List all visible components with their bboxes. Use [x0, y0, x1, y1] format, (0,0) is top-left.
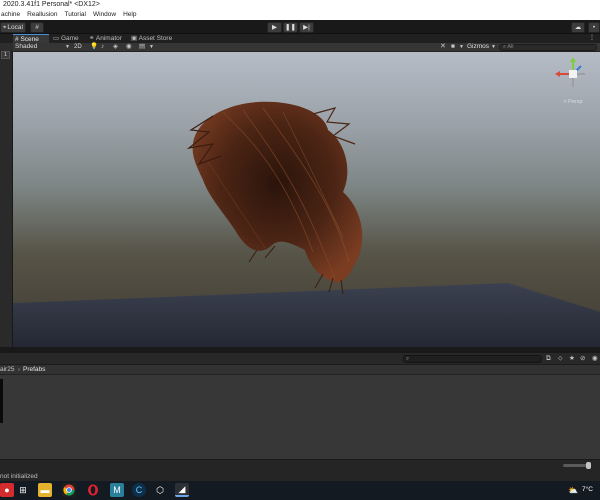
favorite-icon[interactable]: ★ [569, 354, 575, 364]
cloud-icon: ☁ [574, 24, 582, 31]
menu-item-help[interactable]: Help [123, 10, 136, 20]
chevron-down-icon: ▼ [459, 44, 464, 50]
gizmos-dropdown[interactable]: Gizmos [467, 43, 489, 51]
app-icon-m[interactable]: M [110, 483, 124, 497]
app-icon-c[interactable]: C [132, 483, 146, 497]
grid-snap-button[interactable]: # [30, 22, 44, 33]
local-label: Local [7, 23, 23, 31]
tab-options-icon[interactable]: ⋮ [589, 34, 599, 43]
app-icon-red[interactable]: ● [0, 483, 14, 497]
breadcrumb-current[interactable]: Prefabs [23, 365, 45, 375]
step-button[interactable]: ▶| [299, 22, 314, 33]
play-button[interactable]: ▶ [267, 22, 282, 33]
chevron-down-icon: ▼ [491, 44, 496, 50]
play-icon: ▶ [272, 24, 277, 31]
unity-hub-icon[interactable]: ⬡ [153, 483, 167, 497]
scene-search-placeholder: All [507, 44, 514, 50]
scene-render [13, 101, 600, 347]
hidden-objects-icon[interactable]: ◉ [126, 43, 132, 51]
shading-mode-value: Shaded [15, 43, 38, 50]
window-title: 2020.3.41f1 Personal* <DX12> [3, 1, 100, 8]
window-titlebar: 2020.3.41f1 Personal* <DX12> [0, 0, 600, 10]
thumbnail-size-slider[interactable] [563, 462, 591, 469]
animator-tab-icon: ⚭ [89, 35, 95, 42]
status-bar: not initialized [0, 459, 600, 481]
filter-by-label-icon[interactable]: ⬦ [558, 354, 563, 364]
breadcrumb: air25 › Prefabs [0, 365, 600, 375]
menu-item-tutorial[interactable]: Tutorial [65, 10, 86, 20]
chevron-down-icon: ▼ [149, 44, 154, 50]
tab-asset-store-label: Asset Store [138, 35, 173, 42]
menu-item-machine[interactable]: achine [1, 10, 20, 20]
search-icon: ⌕ [406, 356, 410, 362]
chrome-icon[interactable] [62, 483, 76, 497]
menu-item-reallusion[interactable]: Reallusion [27, 10, 57, 20]
os-taskbar: ● ⊞ ▬ M C ⬡ ◢ ⛅ 7°C [0, 481, 600, 500]
breadcrumb-parent[interactable]: air25 [0, 365, 14, 375]
pause-button[interactable]: ❚❚ [283, 22, 298, 33]
pivot-local-toggle[interactable]: ⌖ Local [0, 22, 26, 33]
task-view-icon[interactable]: ⊞ [16, 483, 30, 497]
tab-game-label: Game [60, 35, 79, 42]
tab-animator[interactable]: ⚭ Animator [87, 34, 127, 43]
hair-model [186, 101, 363, 295]
tools-icon[interactable]: ✕ [440, 43, 446, 51]
effects-toggle-icon[interactable]: ◈ [113, 43, 118, 51]
editor-tab-strip: # Scene ▭ Game ⚭ Animator ▣ Asset Store … [0, 34, 600, 43]
visibility-icon[interactable]: ◉ [592, 354, 598, 364]
game-tab-icon: ▭ [53, 35, 60, 42]
account-button[interactable]: • [588, 22, 600, 33]
project-assets-panel [0, 375, 600, 459]
lighting-toggle-icon[interactable]: 💡 [90, 43, 98, 51]
services-button[interactable]: ☁ [571, 22, 585, 33]
account-icon: • [592, 24, 596, 31]
ground-plane [13, 283, 600, 347]
scene-viewport[interactable]: < Persp [13, 52, 600, 347]
menu-item-window[interactable]: Window [93, 10, 116, 20]
asset-thumbnail[interactable] [0, 379, 3, 423]
weather-icon: ⛅ [568, 485, 578, 495]
project-panel-header: ⌕ ⧉ ⬦ ★ ⊘ ◉ [0, 353, 600, 365]
tab-animator-label: Animator [95, 35, 122, 42]
pause-icon: ❚❚ [285, 24, 296, 31]
asset-store-tab-icon: ▣ [131, 35, 138, 42]
audio-toggle-icon[interactable]: ♪ [101, 43, 104, 51]
orientation-gizmo[interactable]: < Persp [553, 57, 593, 105]
gizmos-label: Gizmos [467, 43, 490, 50]
local-icon: ⌖ [3, 24, 7, 31]
status-message: not initialized [0, 473, 38, 480]
scene-search-input[interactable]: ⌕ All [499, 44, 597, 51]
tab-scene-label: Scene [20, 36, 39, 43]
project-search-input[interactable]: ⌕ [403, 355, 542, 363]
unity-editor-icon[interactable]: ◢ [175, 483, 189, 497]
breadcrumb-separator-icon: › [18, 367, 20, 373]
shading-mode-dropdown[interactable]: Shaded [15, 43, 71, 51]
chevron-down-icon: ▼ [65, 44, 70, 50]
grid-icon: # [35, 24, 39, 31]
tab-asset-store[interactable]: ▣ Asset Store [129, 34, 173, 43]
2d-toggle[interactable]: 2D [74, 43, 84, 51]
scene-view-toolbar: Shaded ▼ 2D 💡 ♪ ◈ ◉ ▤ ▼ ✕ ■ ▼ Gizmos ▼ ⌕… [13, 43, 600, 52]
menu-bar: achine Reallusion Tutorial Window Help [0, 10, 600, 20]
tab-game[interactable]: ▭ Game [51, 34, 85, 43]
search-icon: ⌕ [503, 44, 507, 50]
main-toolbar: ⌖ Local # ▶ ❚❚ ▶| ☁ • [0, 20, 600, 34]
tab-scene[interactable]: # Scene [13, 34, 49, 43]
slider-handle[interactable] [586, 462, 591, 469]
perspective-label[interactable]: < Persp [553, 99, 593, 105]
hierarchy-panel-edge: 1 [0, 43, 13, 347]
scene-tab-icon: # [15, 36, 19, 43]
hierarchy-row-number[interactable]: 1 [1, 51, 10, 59]
step-icon: ▶| [303, 24, 310, 31]
opera-icon[interactable] [86, 483, 100, 497]
file-explorer-icon[interactable]: ▬ [38, 483, 52, 497]
filter-by-type-icon[interactable]: ⧉ [546, 354, 551, 364]
camera-icon[interactable]: ■ [451, 43, 455, 51]
scene-camera-icon[interactable]: ▤ [139, 43, 145, 51]
temperature-label: 7°C [582, 486, 593, 493]
hidden-packages-icon[interactable]: ⊘ [580, 354, 585, 364]
